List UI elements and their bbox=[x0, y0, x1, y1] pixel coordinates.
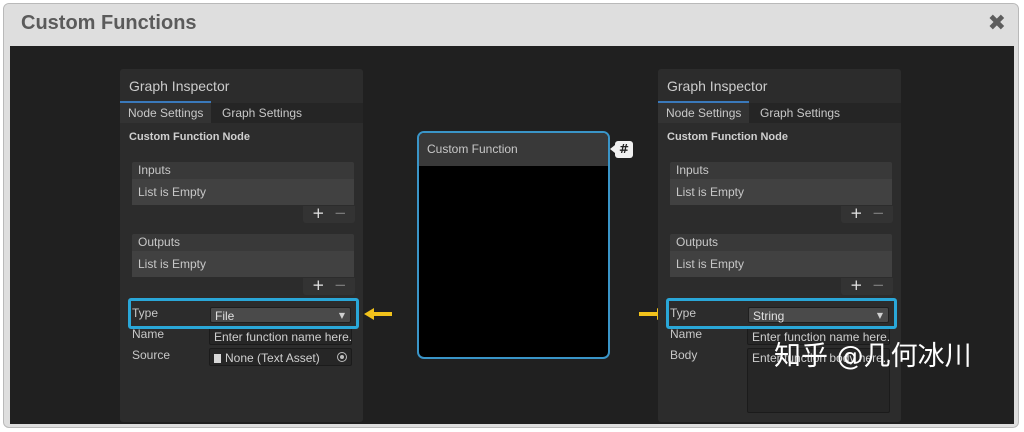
inputs-controls: + − bbox=[841, 205, 893, 223]
outputs-header: Outputs bbox=[670, 234, 892, 251]
type-dropdown[interactable]: File ▼ bbox=[210, 307, 351, 323]
remove-input-button[interactable]: − bbox=[334, 205, 347, 222]
hash-badge-icon: # bbox=[610, 141, 633, 158]
custom-functions-window: Custom Functions ✖ Graph Inspector Node … bbox=[3, 3, 1019, 428]
object-picker-icon[interactable] bbox=[337, 352, 347, 362]
function-name-input[interactable]: Enter function name here... bbox=[209, 327, 352, 345]
outputs-list: Outputs List is Empty bbox=[670, 234, 892, 277]
text-asset-icon bbox=[214, 354, 221, 363]
outputs-controls: + − bbox=[841, 277, 893, 295]
inspector-tabs: Node Settings Graph Settings bbox=[658, 101, 901, 123]
outputs-empty-text: List is Empty bbox=[132, 251, 354, 277]
window-title: Custom Functions bbox=[21, 12, 197, 34]
inputs-empty-text: List is Empty bbox=[132, 179, 354, 205]
type-dropdown[interactable]: String ▼ bbox=[748, 307, 889, 323]
tab-node-settings[interactable]: Node Settings bbox=[658, 101, 750, 123]
source-object-field[interactable]: None (Text Asset) bbox=[209, 348, 352, 366]
remove-output-button[interactable]: − bbox=[872, 277, 885, 294]
close-icon[interactable]: ✖ bbox=[988, 11, 1006, 36]
inputs-empty-text: List is Empty bbox=[670, 179, 892, 205]
title-bar: Custom Functions ✖ bbox=[4, 4, 1018, 46]
name-label: Name bbox=[132, 327, 165, 341]
watermark-text: 知乎 @几何冰川 bbox=[774, 341, 972, 372]
dropdown-arrow-icon: ▼ bbox=[338, 311, 345, 320]
inputs-header: Inputs bbox=[670, 162, 892, 179]
inputs-controls: + − bbox=[303, 205, 355, 223]
type-label: Type bbox=[132, 306, 159, 320]
outputs-header: Outputs bbox=[132, 234, 354, 251]
inspector-title: Graph Inspector bbox=[667, 78, 768, 94]
custom-function-node[interactable]: Custom Function bbox=[417, 131, 610, 359]
inspector-title: Graph Inspector bbox=[129, 78, 230, 94]
node-heading: Custom Function Node bbox=[129, 131, 250, 143]
add-output-button[interactable]: + bbox=[850, 277, 863, 294]
tab-node-settings[interactable]: Node Settings bbox=[120, 101, 212, 123]
type-label: Type bbox=[670, 306, 697, 320]
remove-output-button[interactable]: − bbox=[334, 277, 347, 294]
dropdown-arrow-icon: ▼ bbox=[876, 311, 883, 320]
tab-graph-settings[interactable]: Graph Settings bbox=[752, 103, 848, 123]
inputs-list: Inputs List is Empty bbox=[132, 162, 354, 205]
outputs-list: Outputs List is Empty bbox=[132, 234, 354, 277]
add-input-button[interactable]: + bbox=[312, 205, 325, 222]
remove-input-button[interactable]: − bbox=[872, 205, 885, 222]
body-label: Body bbox=[670, 348, 698, 362]
inputs-list: Inputs List is Empty bbox=[670, 162, 892, 205]
node-heading: Custom Function Node bbox=[667, 131, 788, 143]
inspector-tabs: Node Settings Graph Settings bbox=[120, 101, 363, 123]
arrow-left-icon bbox=[364, 308, 392, 320]
outputs-controls: + − bbox=[303, 277, 355, 295]
source-label: Source bbox=[132, 348, 171, 362]
graph-inspector-left: Graph Inspector Node Settings Graph Sett… bbox=[120, 69, 363, 422]
outputs-empty-text: List is Empty bbox=[670, 251, 892, 277]
add-output-button[interactable]: + bbox=[312, 277, 325, 294]
add-input-button[interactable]: + bbox=[850, 205, 863, 222]
tab-graph-settings[interactable]: Graph Settings bbox=[214, 103, 310, 123]
source-value: None (Text Asset) bbox=[225, 351, 320, 365]
inputs-header: Inputs bbox=[132, 162, 354, 179]
type-dropdown-value: String bbox=[753, 309, 785, 323]
type-dropdown-value: File bbox=[215, 309, 235, 323]
node-title: Custom Function bbox=[419, 133, 608, 166]
name-label: Name bbox=[670, 327, 703, 341]
